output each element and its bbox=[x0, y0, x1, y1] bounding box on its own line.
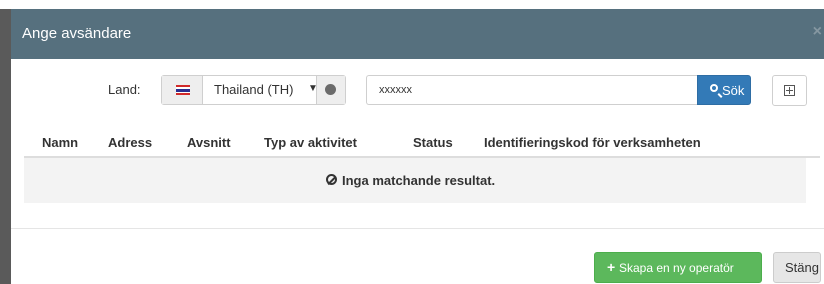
search-icon bbox=[710, 84, 718, 92]
create-operator-label: Skapa en ny operatör bbox=[619, 261, 734, 275]
close-button-label: Stäng bbox=[785, 260, 819, 275]
column-header-business-id: Identifieringskod för verksamheten bbox=[484, 135, 701, 150]
column-header-address: Adress bbox=[108, 135, 153, 150]
country-select[interactable]: Thailand (TH) ▼ bbox=[161, 75, 346, 105]
search-button-label: Sök bbox=[722, 83, 745, 98]
country-flag-addon bbox=[162, 76, 203, 104]
sender-dialog: Ange avsändare × Land: Thailand (TH) ▼ x… bbox=[11, 9, 824, 284]
dialog-title: Ange avsändare bbox=[22, 25, 132, 42]
column-header-status: Status bbox=[413, 135, 453, 150]
column-header-activity-type: Typ av aktivitet bbox=[264, 135, 357, 150]
search-button[interactable]: Sök bbox=[697, 75, 751, 105]
table-empty-row: Inga matchande resultat. bbox=[24, 158, 806, 203]
ban-icon bbox=[326, 174, 337, 185]
footer-divider bbox=[11, 228, 824, 229]
column-header-section: Avsnitt bbox=[187, 135, 231, 150]
country-select-value: Thailand (TH) bbox=[214, 82, 294, 97]
expand-icon bbox=[784, 85, 795, 96]
search-input[interactable]: xxxxxx bbox=[366, 75, 697, 105]
expand-button[interactable] bbox=[772, 75, 807, 106]
column-header-name: Namn bbox=[42, 135, 79, 150]
empty-message: Inga matchande resultat. bbox=[342, 173, 496, 188]
plus-icon: + bbox=[607, 259, 616, 275]
dialog-close-icon[interactable]: × bbox=[813, 23, 822, 41]
dialog-header: Ange avsändare × bbox=[11, 9, 824, 59]
close-button[interactable]: Stäng bbox=[773, 252, 821, 283]
globe-icon bbox=[325, 84, 336, 95]
page-backdrop-top bbox=[0, 0, 824, 9]
thailand-flag-icon bbox=[176, 85, 190, 95]
country-label: Land: bbox=[108, 82, 141, 97]
globe-addon[interactable] bbox=[316, 76, 345, 104]
create-operator-button[interactable]: + Skapa en ny operatör bbox=[594, 252, 762, 283]
page-backdrop-left bbox=[0, 9, 11, 284]
